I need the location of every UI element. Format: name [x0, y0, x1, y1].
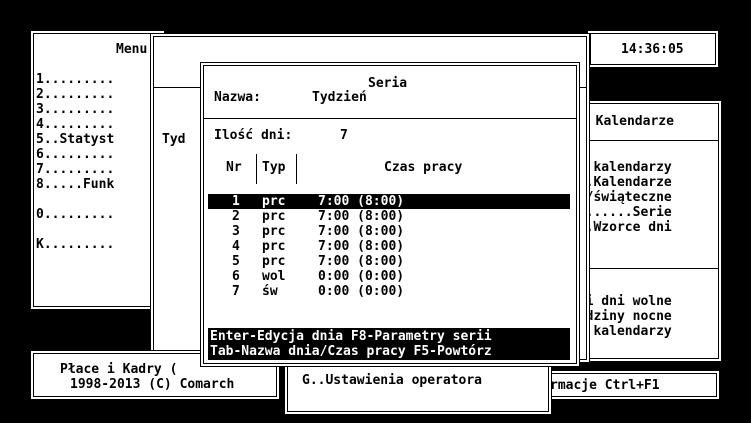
menu-window: Menu 1......... 2......... 3......... 4.… — [30, 30, 165, 310]
menu-item-7[interactable]: 7......... — [36, 162, 114, 177]
info-window: rmacje Ctrl+F1 — [540, 370, 720, 400]
dialog-divider-top — [204, 118, 576, 119]
menu-item-1[interactable]: 1......... — [36, 72, 114, 87]
info-label: rmacje Ctrl+F1 — [550, 378, 660, 393]
app-name: Płace i Kadry ( — [60, 362, 178, 377]
row-czas: 0:00 (0:00) — [318, 284, 405, 299]
row-czas: 0:00 (0:00) — [318, 269, 405, 284]
name-value[interactable]: Tydzień — [312, 90, 367, 105]
seria-dialog: Seria Nazwa: Tydzień Ilość dni: 7 Nr Typ… — [200, 62, 580, 367]
row-nr: 6 — [232, 269, 240, 284]
row-czas: 7:00 (8:00) — [318, 254, 405, 269]
settings-label[interactable]: G..Ustawienia operatora — [302, 373, 482, 388]
menu-item-8[interactable]: 8.....Funk — [36, 177, 114, 192]
menu-item-4[interactable]: 4......... — [36, 117, 114, 132]
days-value[interactable]: 7 — [340, 128, 348, 143]
row-czas: 7:00 (8:00) — [318, 224, 405, 239]
menu-item-3[interactable]: 3......... — [36, 102, 114, 117]
row-nr: 5 — [232, 254, 240, 269]
col-sep-2 — [296, 154, 297, 184]
kalendarze-title: - Kalendarze — [580, 114, 674, 129]
hint-bar: Enter-Edycja dnia F8-Parametry serii Tab… — [208, 328, 570, 360]
col-nr: Nr — [226, 160, 242, 175]
row-typ: wol — [262, 269, 286, 284]
col-typ: Typ — [262, 160, 286, 175]
row-czas: 7:00 (8:00) — [318, 239, 405, 254]
row-czas: 7:00 (8:00) — [318, 209, 405, 224]
cursor-block — [590, 76, 599, 94]
row-typ: św — [262, 284, 278, 299]
name-label: Nazwa: — [214, 90, 261, 105]
dialog-title: Seria — [368, 76, 408, 91]
row-nr: 4 — [232, 239, 240, 254]
row-czas: 7:00 (8:00) — [318, 194, 405, 209]
clock: 14:36:05 — [621, 42, 684, 57]
row-nr: 7 — [232, 284, 240, 299]
copyright: 1998-2013 (C) Comarch — [70, 377, 235, 392]
menu-item-5[interactable]: 5..Statyst — [36, 132, 114, 147]
row-typ: prc — [262, 194, 286, 209]
menu-item-k[interactable]: K......... — [36, 237, 114, 252]
hint-line-1: Enter-Edycja dnia F8-Parametry serii — [210, 329, 492, 344]
menu-item-0[interactable]: 0......... — [36, 207, 114, 222]
days-label: Ilość dni: — [214, 128, 293, 143]
menu-item-2[interactable]: 2......... — [36, 87, 114, 102]
row-typ: prc — [262, 209, 286, 224]
row-nr: 2 — [232, 209, 240, 224]
row-typ: prc — [262, 224, 286, 239]
row-nr: 3 — [232, 224, 240, 239]
menu-title: Menu — [116, 42, 148, 57]
clock-window: 14:36:05 — [587, 30, 719, 68]
menu-item-6[interactable]: 6......... — [36, 147, 114, 162]
col-sep-1 — [256, 154, 257, 184]
row-typ: prc — [262, 254, 286, 269]
tydzien-label: Tyd — [162, 132, 186, 147]
col-czas: Czas pracy — [384, 160, 463, 175]
hint-line-2: Tab-Nazwa dnia/Czas pracy F5-Powtórz — [210, 344, 492, 359]
row-nr: 1 — [232, 194, 240, 209]
row-typ: prc — [262, 239, 286, 254]
